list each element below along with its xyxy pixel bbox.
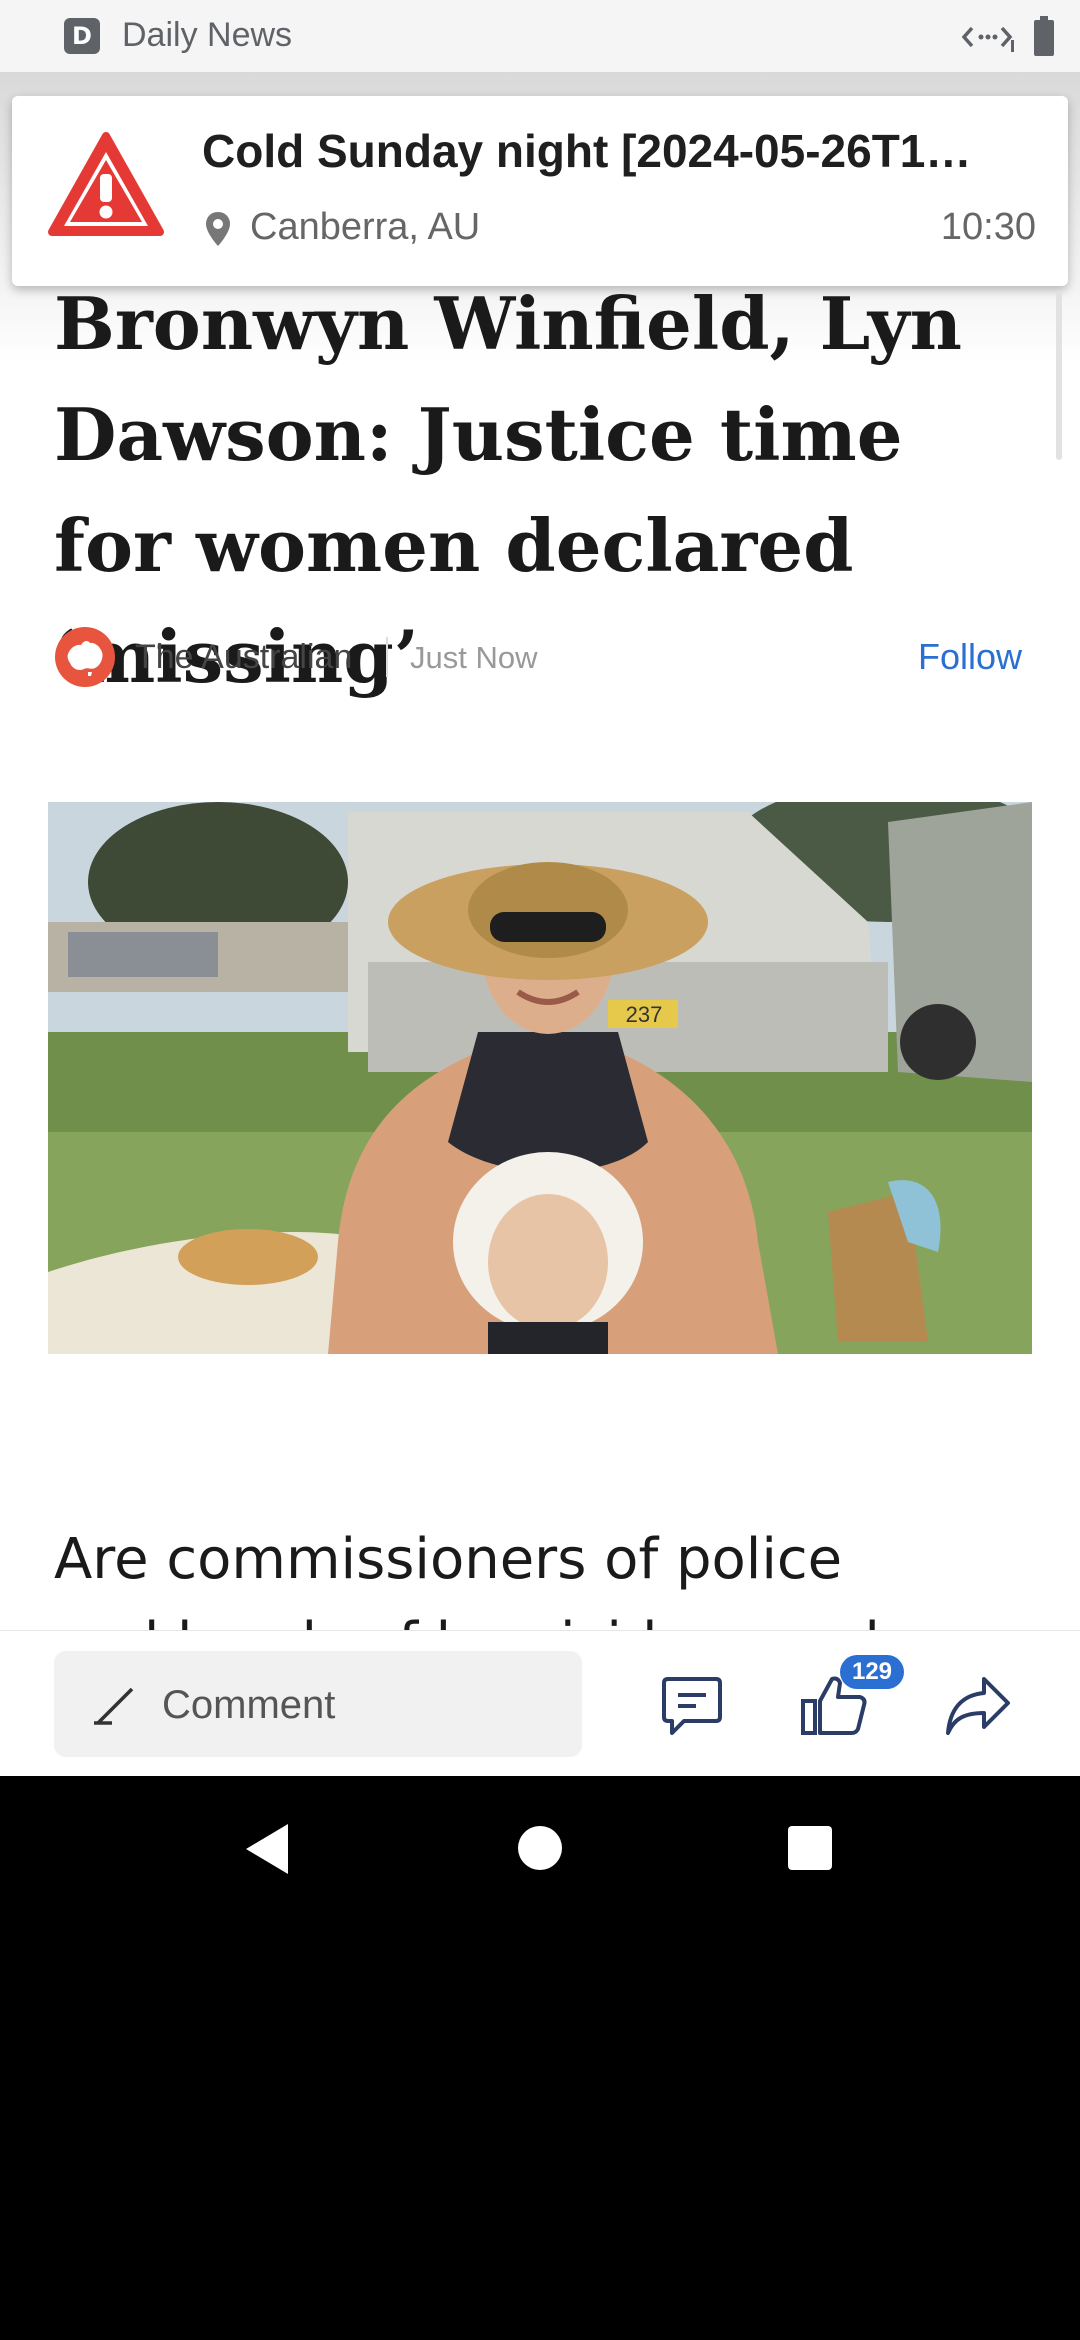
license-plate-text: 237 [626,1002,663,1027]
recents-icon[interactable] [788,1826,832,1870]
photo-woman-with-baby: 237 [48,802,1032,1354]
comment-placeholder: Comment [162,1683,336,1727]
article-hero-image[interactable]: 237 [48,802,1032,1354]
warning-triangle-icon [48,132,164,236]
system-navigation-bar [0,1776,1080,2340]
article-action-bar: Comment 129 [0,1630,1080,1777]
back-icon[interactable] [244,1822,290,1876]
comments-icon[interactable] [660,1675,724,1737]
home-icon[interactable] [518,1826,562,1870]
article-timestamp: Just Now [410,640,538,675]
battery-icon [1034,16,1054,56]
app-name: Daily News [122,16,293,54]
notification-location: Canberra, AU [250,206,481,248]
map-pin-icon [206,212,230,246]
body-line-1: Are commissioners of police [54,1527,843,1592]
network-icon [962,26,1014,52]
like-count-badge: 129 [840,1655,904,1689]
pencil-icon [94,1687,134,1725]
share-icon[interactable] [944,1675,1012,1737]
comment-input[interactable]: Comment [54,1651,582,1757]
the-australian-logo-icon[interactable] [54,626,116,688]
article-body: Are commissioners of police and heads of… [54,1518,1034,1630]
follow-button[interactable]: Follow [918,636,1022,678]
notification-title: Cold Sunday night [2024-05-26T1… [202,125,972,177]
source-name[interactable]: The Australian [135,638,352,677]
body-line-2: and heads of homicide squads [54,1611,909,1630]
alert-notification[interactable]: Cold Sunday night [2024-05-26T1… Canberr… [12,96,1068,286]
app-icon: D [64,18,100,54]
meta-divider [386,637,388,677]
status-bar: D Daily News [0,0,1080,72]
notification-time: 10:30 [940,206,1036,248]
scrollbar[interactable] [1056,292,1062,460]
